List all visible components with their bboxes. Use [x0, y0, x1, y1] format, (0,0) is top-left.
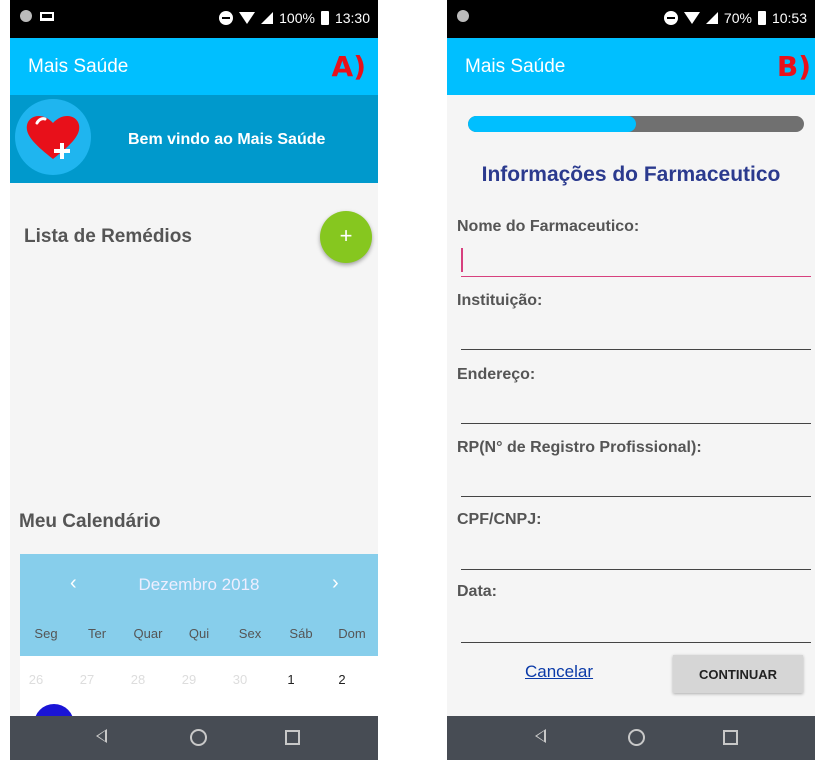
welcome-text: Bem vindo ao Mais Saúde	[128, 131, 326, 148]
pharmacist-name-label: Nome do Farmaceutico:	[457, 218, 640, 235]
welcome-banner: Bem vindo ao Mais Saúde	[10, 95, 378, 183]
wifi-icon	[683, 12, 700, 24]
calendar-day[interactable]: 27	[61, 672, 113, 687]
app-title: Mais Saúde	[28, 56, 129, 77]
date-label: Data:	[457, 583, 498, 600]
address-label: Endereço:	[457, 366, 536, 383]
registration-field[interactable]	[461, 466, 811, 497]
battery-percent: 70%	[723, 10, 752, 26]
calendar-day[interactable]: 26	[10, 672, 62, 687]
notification-dot-icon	[20, 10, 32, 22]
recents-nav-icon[interactable]	[285, 730, 300, 745]
institution-field[interactable]	[461, 319, 811, 350]
text-cursor	[461, 248, 463, 272]
app-title: Mais Saúde	[465, 56, 566, 77]
signal-icon	[261, 12, 274, 24]
form-progress-fill	[468, 116, 636, 132]
weekday-label: Seg	[34, 626, 58, 641]
cpf-cnpj-label: CPF/CNPJ:	[457, 511, 542, 528]
next-month-button[interactable]: ›	[332, 572, 339, 595]
calendar-year: 2018	[221, 575, 260, 594]
pharmacist-name-field[interactable]	[461, 246, 811, 277]
form-title: Informações do Farmaceutico	[481, 163, 781, 186]
signal-icon	[705, 12, 718, 24]
do-not-disturb-icon	[219, 11, 234, 25]
back-nav-icon[interactable]	[535, 729, 546, 743]
calendar-header: ‹ Dezembro 2018 › Seg Ter Quar Qui Sex S…	[20, 554, 378, 656]
weekday-label: Qui	[188, 626, 210, 641]
app-bar: Mais Saúde B)	[447, 38, 815, 95]
calendar-day[interactable]: 30	[214, 672, 266, 687]
panel-label: A)	[331, 50, 366, 83]
back-nav-icon[interactable]	[96, 729, 107, 743]
clock: 13:30	[334, 10, 370, 26]
date-field[interactable]	[461, 612, 811, 643]
panel-label: B)	[776, 50, 811, 83]
institution-label: Instituição:	[457, 292, 543, 309]
weekday-label: Quar	[133, 626, 163, 641]
battery-icon	[757, 11, 766, 25]
home-nav-icon[interactable]	[190, 729, 207, 746]
system-nav-bar	[447, 716, 815, 760]
address-field[interactable]	[461, 393, 811, 424]
calendar-day[interactable]: 2	[316, 672, 368, 687]
calendar-month: Dezembro	[138, 575, 217, 594]
wifi-icon	[239, 12, 256, 24]
app-bar: Mais Saúde A)	[10, 38, 378, 95]
registration-label: RP(N° de Registro Profissional):	[457, 439, 702, 456]
phone-b-screen: 70% 10:53 Mais Saúde B) Informações do F…	[447, 0, 815, 760]
home-nav-icon[interactable]	[628, 729, 645, 746]
battery-icon	[320, 11, 329, 25]
add-medicine-button[interactable]: +	[320, 211, 372, 263]
calendar-day[interactable]: 1	[265, 672, 317, 687]
calendar-month-year: Dezembro 2018	[20, 575, 378, 595]
clock: 10:53	[771, 10, 807, 26]
cpf-cnpj-field[interactable]	[461, 539, 811, 570]
weekday-label: Sex	[238, 626, 262, 641]
do-not-disturb-icon	[663, 11, 678, 25]
status-bar: 70% 10:53	[447, 0, 815, 38]
recents-nav-icon[interactable]	[723, 730, 738, 745]
status-bar: 100% 13:30	[10, 0, 378, 38]
laptop-icon	[40, 11, 54, 21]
continue-button[interactable]: CONTINUAR	[673, 655, 803, 693]
weekday-label: Sáb	[289, 626, 313, 641]
cancel-link[interactable]: Cancelar	[525, 662, 593, 682]
form-progress-bar	[468, 116, 804, 132]
phone-a-screen: 100% 13:30 Mais Saúde A) Bem vindo ao Ma…	[10, 0, 378, 760]
calendar-days: 26 27 28 29 30 1 2	[20, 656, 378, 744]
calendar-section-title: Meu Calendário	[19, 511, 161, 532]
calendar-day[interactable]: 28	[112, 672, 164, 687]
weekday-label: Ter	[87, 626, 107, 641]
weekday-label: Dom	[338, 626, 366, 641]
calendar-day[interactable]: 29	[163, 672, 215, 687]
system-nav-bar	[10, 716, 378, 760]
battery-percent: 100%	[279, 10, 315, 26]
medicine-list-title: Lista de Remédios	[24, 226, 192, 247]
heart-plus-icon	[15, 99, 91, 175]
notification-dot-icon	[457, 10, 469, 22]
